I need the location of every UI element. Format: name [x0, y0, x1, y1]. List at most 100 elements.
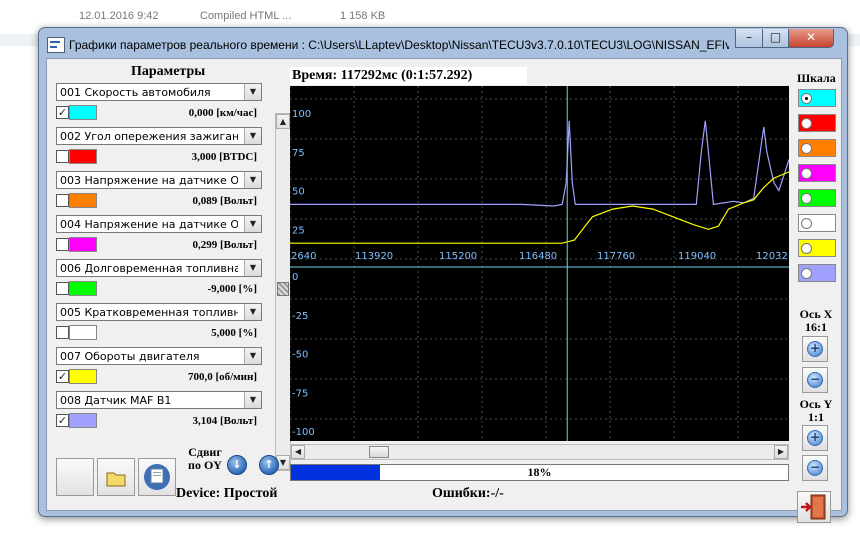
plus-icon: + [807, 430, 823, 446]
param-value: 0,089 [Вольт] [192, 195, 258, 207]
disk-icon [144, 464, 170, 490]
scale-radio[interactable] [801, 143, 812, 154]
param-color-swatch[interactable] [69, 105, 97, 120]
scale-color-button[interactable] [798, 114, 836, 132]
explorer-size: 1 158 KB [340, 10, 386, 22]
zoom-x-in-button[interactable]: + [802, 336, 828, 362]
scale-radio[interactable] [801, 268, 812, 279]
param-select[interactable]: 006 Долговременная топливная кор ▼ [56, 259, 262, 277]
scale-color-button[interactable] [798, 164, 836, 182]
y-tick-label: 25 [292, 225, 305, 236]
close-button[interactable]: ✕ [788, 29, 834, 48]
scale-radio[interactable] [801, 118, 812, 129]
param-value: 3,000 [BTDC] [191, 151, 257, 163]
plus-icon: + [807, 341, 823, 357]
zoom-x-out-button[interactable]: − [802, 367, 828, 393]
hscroll-thumb[interactable] [369, 446, 389, 458]
param-select[interactable]: 003 Напряжение на датчике O2 B1 S ▼ [56, 171, 262, 189]
param-checkbox[interactable] [56, 282, 69, 295]
param-checkbox[interactable] [56, 150, 69, 163]
param-checkbox[interactable] [56, 194, 69, 207]
zoom-y-in-button[interactable]: + [802, 425, 828, 451]
scale-radio[interactable] [801, 243, 812, 254]
scale-color-button[interactable] [798, 264, 836, 282]
chart-svg: 100 75 50 25 2640 113920 115200 116480 117760 119… [289, 86, 790, 441]
param-checkbox[interactable]: ✓ [56, 370, 69, 383]
param-color-swatch[interactable] [69, 193, 97, 208]
exit-button[interactable] [797, 491, 831, 523]
param-color-swatch[interactable] [69, 281, 97, 296]
x-tick-label: 117760 [597, 251, 635, 262]
scale-color-button[interactable] [798, 89, 836, 107]
param-checkbox[interactable] [56, 326, 69, 339]
chevron-down-icon: ▼ [244, 260, 261, 276]
scale-header: Шкала [797, 71, 836, 85]
y-tick-label: 75 [292, 148, 305, 159]
param-color-swatch[interactable] [69, 369, 97, 384]
x-tick-label: 113920 [355, 251, 393, 262]
shift-down-button[interactable]: ↓ [227, 455, 247, 475]
param-value: 3,104 [Вольт] [192, 415, 258, 427]
hscroll-right-button[interactable]: ▶ [774, 445, 788, 459]
window-title: Графики параметров реального времени : C… [69, 38, 729, 52]
chevron-down-icon: ▼ [244, 128, 261, 144]
param-select[interactable]: 008 Датчик MAF B1 ▼ [56, 391, 262, 409]
y-tick-label: 100 [292, 109, 311, 120]
param-select[interactable]: 007 Обороты двигателя ▼ [56, 347, 262, 365]
param-color-swatch[interactable] [69, 413, 97, 428]
param-select-label: 005 Кратковременная топливная ко [60, 306, 238, 319]
param-select[interactable]: 001 Скорость автомобиля ▼ [56, 83, 262, 101]
scroll-up-button[interactable]: ▲ [276, 114, 290, 129]
param-color-swatch[interactable] [69, 325, 97, 340]
x-tick-label: 2640 [291, 251, 316, 262]
shift-up-button[interactable]: ↑ [259, 455, 279, 475]
minimize-button[interactable]: – [735, 29, 763, 48]
exit-door-icon [801, 494, 826, 520]
scale-radio[interactable] [801, 193, 812, 204]
chart-area[interactable]: 100 75 50 25 2640 113920 115200 116480 117760 119… [289, 86, 790, 441]
chart-hscroll[interactable]: ◀ ▶ [290, 444, 789, 460]
scale-radio[interactable] [801, 218, 812, 229]
param-value: 0,299 [Вольт] [192, 239, 258, 251]
param-select-label: 001 Скорость автомобиля [60, 86, 211, 99]
param-checkbox[interactable]: ✓ [56, 106, 69, 119]
scale-radio[interactable] [801, 93, 812, 104]
minus-icon: − [807, 372, 823, 388]
x-tick-label: 115200 [439, 251, 477, 262]
x-tick-label: 119040 [678, 251, 716, 262]
scale-color-button[interactable] [798, 189, 836, 207]
param-select[interactable]: 005 Кратковременная топливная ко ▼ [56, 303, 262, 321]
param-select-label: 002 Угол опережения зажигания [60, 130, 238, 143]
maximize-button[interactable]: □ [762, 29, 789, 48]
scale-color-button[interactable] [798, 214, 836, 232]
y-tick-label: -25 [292, 311, 308, 322]
params-scrollbar[interactable]: ▲ ▼ [275, 113, 291, 471]
param-select[interactable]: 004 Напряжение на датчике O2 B1 S ▼ [56, 215, 262, 233]
x-tick-label: 12032 [756, 251, 788, 262]
minus-icon: − [807, 460, 823, 476]
blank-button[interactable] [56, 458, 94, 496]
hscroll-left-button[interactable]: ◀ [291, 445, 305, 459]
explorer-type: Compiled HTML ... [200, 10, 292, 22]
open-folder-button[interactable] [97, 458, 135, 496]
save-button[interactable] [138, 458, 176, 496]
axis-x-label: Ось X 16:1 [794, 308, 838, 334]
param-select-label: 007 Обороты двигателя [60, 350, 200, 363]
shift-oy-label: Сдвиг по OY [188, 445, 222, 472]
scroll-thumb[interactable] [277, 282, 289, 296]
param-select[interactable]: 002 Угол опережения зажигания ▼ [56, 127, 262, 145]
params-header: Параметры [131, 64, 206, 79]
param-checkbox[interactable] [56, 238, 69, 251]
chevron-down-icon: ▼ [244, 172, 261, 188]
scale-radio[interactable] [801, 168, 812, 179]
zoom-y-out-button[interactable]: − [802, 455, 828, 481]
folder-icon [106, 472, 126, 487]
param-checkbox[interactable]: ✓ [56, 414, 69, 427]
scale-color-button[interactable] [798, 239, 836, 257]
app-icon [47, 37, 65, 53]
client-area: Параметры 001 Скорость автомобиля ▼ ✓ 0,000… [46, 58, 842, 523]
axis-x-value: 16:1 [805, 320, 827, 334]
param-color-swatch[interactable] [69, 237, 97, 252]
scale-color-button[interactable] [798, 139, 836, 157]
param-color-swatch[interactable] [69, 149, 97, 164]
